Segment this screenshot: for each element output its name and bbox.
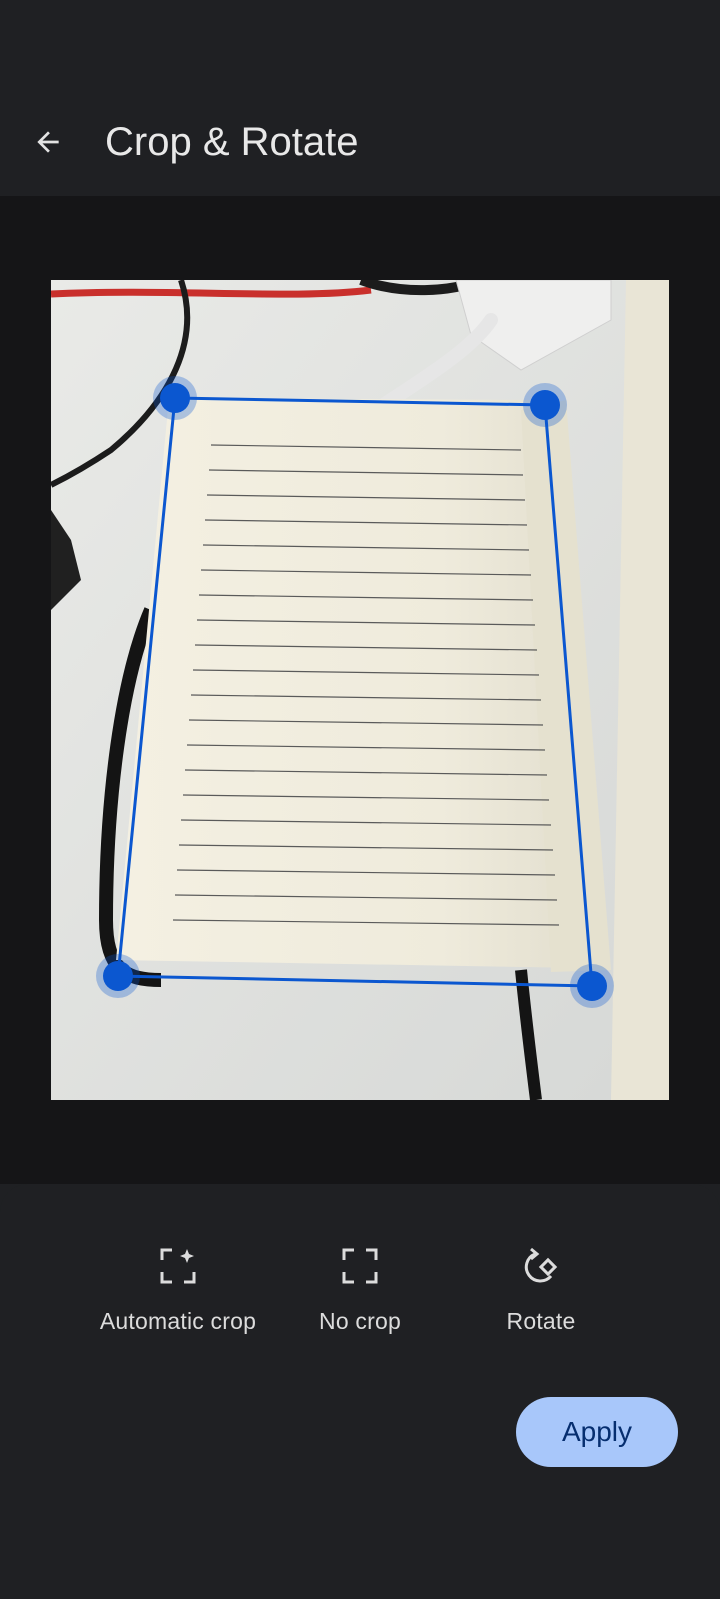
bottom-toolbar: Automatic crop No crop Rotate Apply <box>0 1184 720 1599</box>
rotate-label: Rotate <box>506 1308 576 1334</box>
no-crop-label: No crop <box>319 1308 401 1334</box>
auto-crop-icon <box>160 1248 196 1284</box>
no-crop-button[interactable]: No crop <box>260 1244 460 1335</box>
no-crop-icon <box>342 1248 378 1284</box>
rotate-icon <box>524 1247 558 1283</box>
crop-handle-top-left[interactable] <box>153 376 197 420</box>
back-button[interactable] <box>24 118 72 166</box>
crop-handle-bottom-left[interactable] <box>96 954 140 998</box>
page-title: Crop & Rotate <box>105 120 359 164</box>
automatic-crop-button[interactable]: Automatic crop <box>78 1244 278 1335</box>
apply-button[interactable]: Apply <box>516 1397 678 1467</box>
automatic-crop-label: Automatic crop <box>99 1308 257 1334</box>
status-bar <box>0 0 720 80</box>
crop-handle-bottom-right[interactable] <box>570 964 614 1008</box>
app-bar: Crop & Rotate <box>0 80 720 196</box>
arrow-back-icon <box>37 131 59 153</box>
crop-handle-top-right[interactable] <box>523 383 567 427</box>
rotate-button[interactable]: Rotate <box>441 1244 641 1335</box>
